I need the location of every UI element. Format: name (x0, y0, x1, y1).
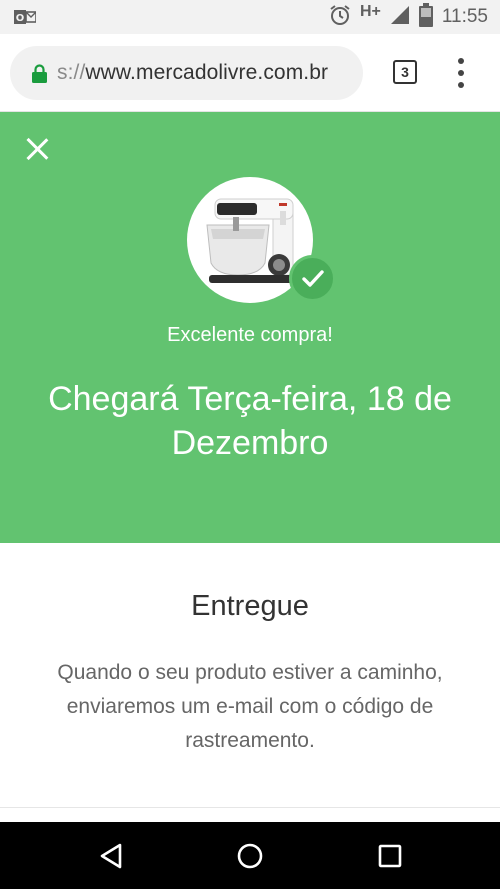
home-icon[interactable] (236, 842, 264, 870)
navigation-bar (0, 822, 500, 889)
clock-time: 11:55 (441, 6, 488, 27)
tab-switcher-button[interactable]: 3 (393, 60, 417, 84)
purchase-confirmation-header: Excelente compra! Chegará Terça-feira, 1… (0, 112, 500, 543)
delivery-status-title: Entregue (191, 590, 309, 622)
lock-icon (32, 63, 47, 83)
recents-icon[interactable] (376, 842, 404, 870)
confirmation-subtitle: Excelente compra! (167, 324, 333, 346)
status-bar: O H+ 11:55 (0, 0, 500, 34)
svg-text:O: O (16, 13, 25, 24)
network-type: H+ (359, 3, 381, 20)
address-bar[interactable]: s://www.mercadolivre.com.br (10, 46, 363, 100)
url-text: s://www.mercadolivre.com.br (57, 61, 328, 85)
battery-icon (418, 2, 433, 32)
outlook-icon: O (14, 7, 37, 27)
divider (0, 807, 500, 808)
delivery-status-text: Quando o seu produto estiver a caminho, … (57, 661, 443, 752)
delivery-date-headline: Chegará Terça-feira, 18 de Dezembro (48, 380, 452, 462)
url-scheme: s:// (57, 61, 86, 84)
back-icon[interactable] (98, 842, 126, 870)
browser-toolbar: s://www.mercadolivre.com.br 3 (0, 34, 500, 112)
close-icon[interactable] (24, 136, 50, 162)
success-check-icon (289, 255, 336, 302)
url-host: www.mercadolivre.com.br (85, 61, 329, 84)
cell-signal-icon (390, 5, 410, 30)
alarm-clock-icon (329, 4, 351, 31)
overflow-menu-icon[interactable] (454, 58, 468, 88)
